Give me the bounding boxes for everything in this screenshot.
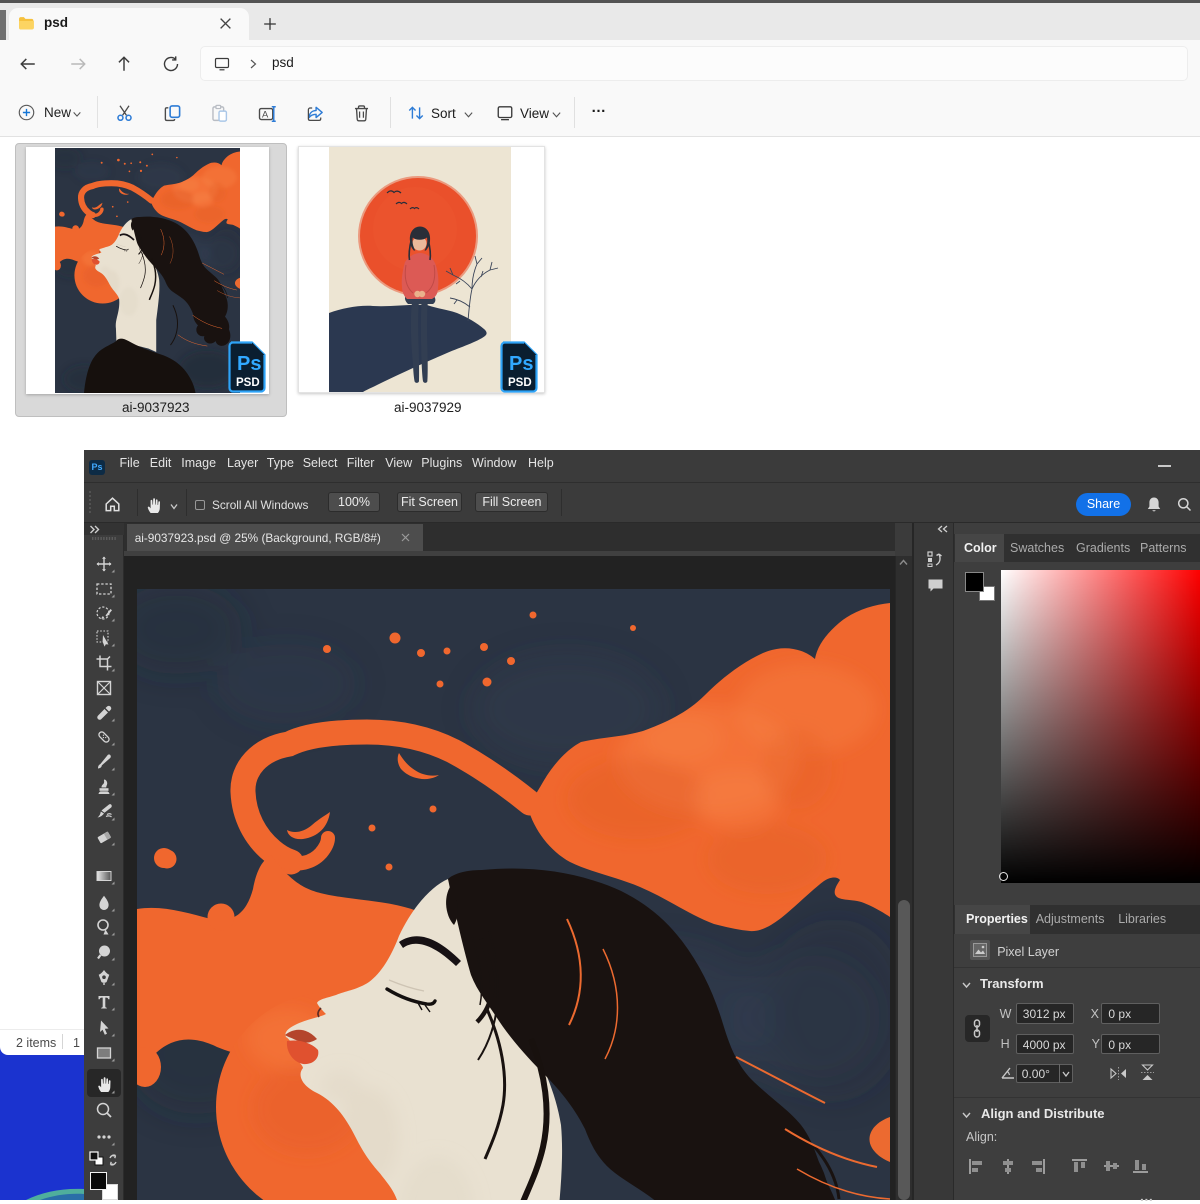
- svg-text:A: A: [262, 109, 269, 119]
